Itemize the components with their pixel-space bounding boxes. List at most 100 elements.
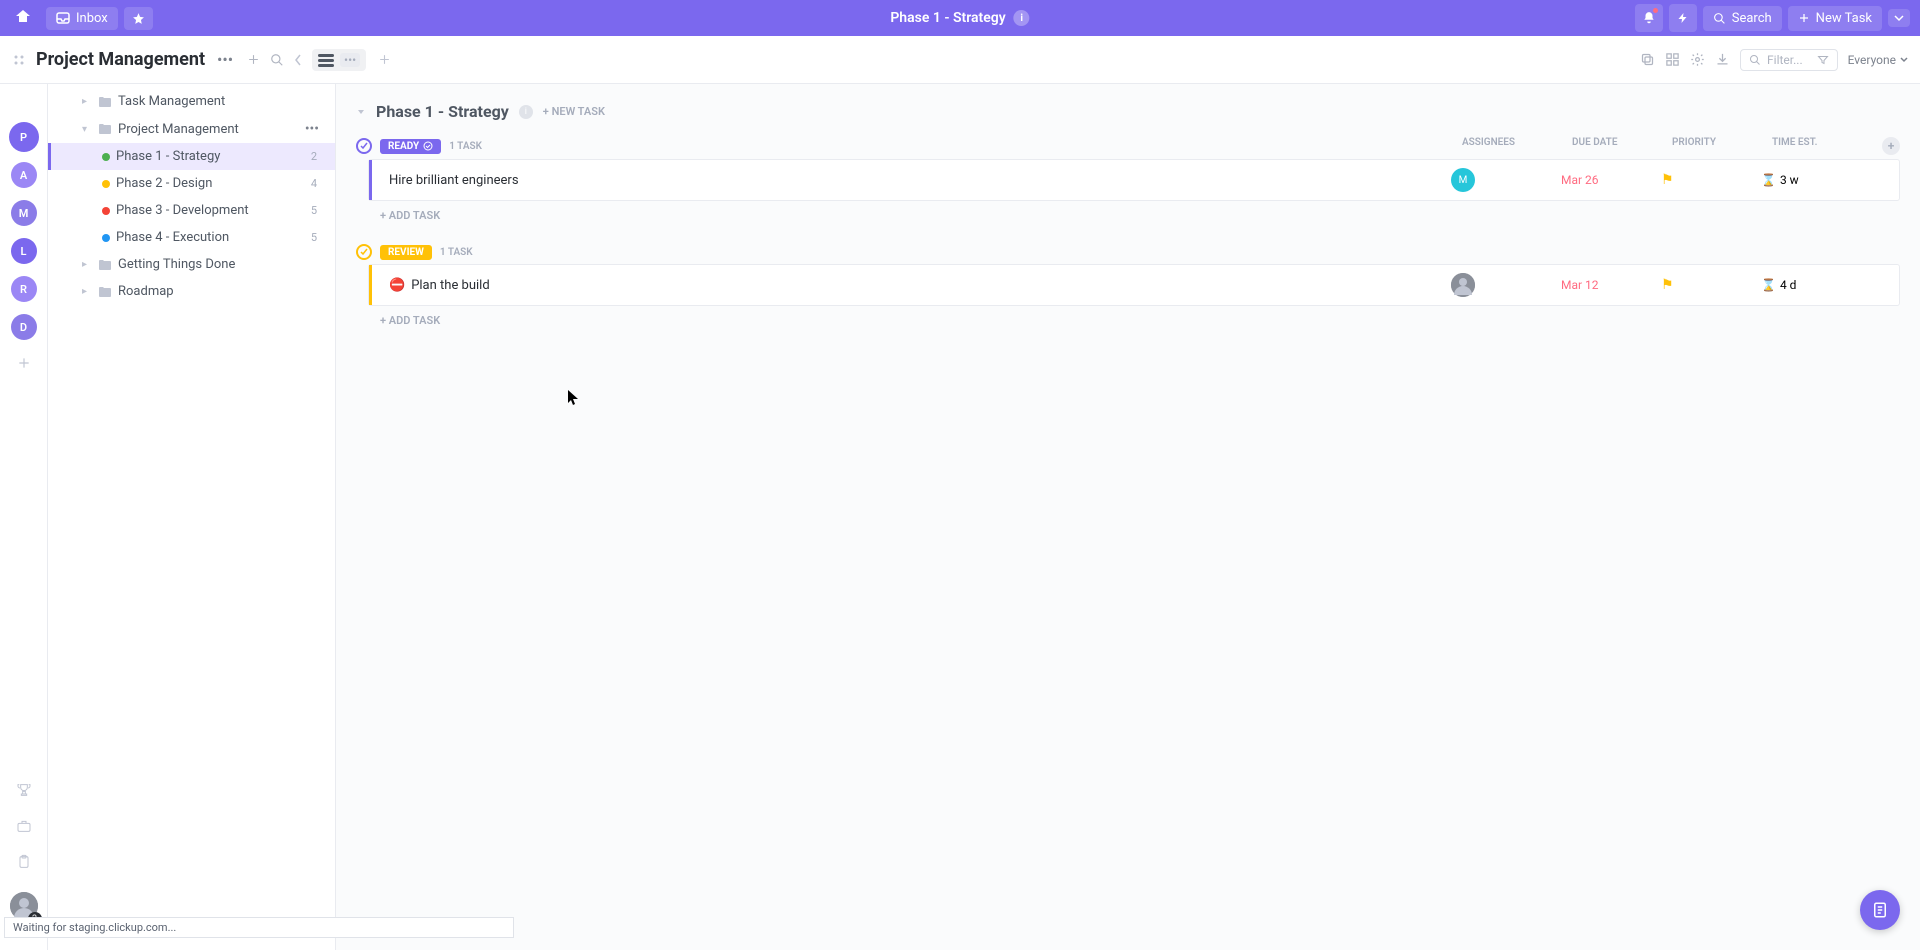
app-logo-icon[interactable]: [10, 5, 36, 31]
chevron-icon: ▸: [82, 96, 92, 107]
filter-icon: [1817, 54, 1829, 66]
notepad-icon: [1871, 901, 1889, 919]
task-row[interactable]: ⛔Plan the buildMar 12⚑⌛4 d: [368, 264, 1900, 306]
task-title: Hire brilliant engineers: [389, 173, 1451, 188]
sidebar-item[interactable]: Phase 4 - Execution5: [48, 224, 335, 251]
status-section: READY 1 TASKASSIGNEESDUE DATEPRIORITYTIM…: [356, 133, 1900, 230]
assignee-avatar[interactable]: [1451, 273, 1475, 297]
filter-input[interactable]: Filter...: [1740, 49, 1838, 71]
top-bar: Inbox Phase 1 - Strategy i Search: [0, 0, 1920, 36]
briefcase-icon[interactable]: [16, 818, 32, 834]
left-rail: PAMLRD 2: [0, 84, 48, 950]
space-avatar[interactable]: R: [11, 276, 37, 302]
sidebar-item-label: Phase 3 - Development: [116, 203, 249, 218]
everyone-label: Everyone: [1848, 53, 1896, 67]
export-button[interactable]: [1715, 52, 1730, 67]
tray-icon: [56, 12, 70, 24]
sidebar-item[interactable]: ▸ Getting Things Done: [48, 251, 335, 278]
add-task-button[interactable]: + ADD TASK: [356, 306, 1900, 335]
sidebar-item-label: Getting Things Done: [118, 257, 235, 272]
main-layout: PAMLRD 2 ▸Task Management▾Project Manage…: [0, 84, 1920, 950]
new-task-label: New Task: [1816, 11, 1872, 26]
sidebar: ▸Task Management▾Project Management•••Ph…: [48, 84, 336, 950]
status-badge[interactable]: REVIEW: [380, 245, 432, 260]
add-space-rail-button[interactable]: [17, 356, 31, 370]
clipboard-icon[interactable]: [16, 854, 32, 870]
group-toggle[interactable]: [356, 107, 366, 117]
sidebar-item[interactable]: Phase 3 - Development5: [48, 197, 335, 224]
search-space-button[interactable]: [270, 53, 284, 67]
hourglass-icon: ⌛: [1761, 173, 1776, 187]
page-title-text: Phase 1 - Strategy: [890, 10, 1005, 26]
everyone-dropdown[interactable]: Everyone: [1848, 53, 1908, 67]
search-button[interactable]: Search: [1703, 6, 1782, 31]
status-toggle[interactable]: [356, 244, 372, 260]
subheader-right: Filter... Everyone: [1640, 49, 1908, 71]
space-avatar[interactable]: L: [11, 238, 37, 264]
chevron-down-icon: [1894, 14, 1904, 22]
filter-placeholder: Filter...: [1767, 53, 1803, 67]
settings-button[interactable]: [1690, 52, 1705, 67]
list-view-tab[interactable]: •••: [312, 49, 366, 71]
chevron-left-icon: [294, 54, 302, 66]
notifications-button[interactable]: [1635, 4, 1663, 32]
grip-icon[interactable]: [12, 53, 26, 67]
status-header: REVIEW 1 TASK: [356, 240, 1900, 264]
task-row[interactable]: Hire brilliant engineersM Mar 26⚑⌛3 w: [368, 159, 1900, 201]
ellipsis-icon: •••: [340, 53, 360, 67]
task-time-est[interactable]: ⌛3 w: [1761, 173, 1861, 187]
info-icon[interactable]: i: [1014, 10, 1030, 26]
new-task-button[interactable]: New Task: [1788, 6, 1882, 31]
space-avatar[interactable]: M: [11, 200, 37, 226]
add-column-button[interactable]: +: [1882, 137, 1900, 155]
task-priority[interactable]: ⚑: [1661, 277, 1761, 293]
task-priority[interactable]: ⚑: [1661, 172, 1761, 188]
star-icon: [132, 12, 145, 25]
item-count: 5: [311, 231, 325, 244]
hourglass-icon: ⌛: [1761, 278, 1776, 292]
collapse-views-button[interactable]: [294, 54, 302, 66]
new-task-dropdown[interactable]: [1888, 9, 1910, 27]
space-title[interactable]: Project Management: [36, 49, 205, 70]
automation-button[interactable]: [1669, 4, 1697, 32]
task-due-date[interactable]: Mar 26: [1561, 173, 1661, 187]
user-avatar[interactable]: 2: [10, 892, 38, 920]
copy-button[interactable]: [1640, 52, 1655, 67]
trophy-icon[interactable]: [16, 782, 32, 798]
status-badge[interactable]: READY: [380, 139, 441, 154]
plus-icon: [1798, 12, 1810, 24]
favorites-button[interactable]: [124, 7, 153, 30]
status-toggle[interactable]: [356, 138, 372, 154]
chevron-icon: ▸: [82, 259, 92, 270]
item-menu-button[interactable]: •••: [305, 121, 325, 137]
sidebar-item[interactable]: ▸ Roadmap: [48, 278, 335, 305]
space-avatar[interactable]: P: [11, 124, 37, 150]
chevron-icon: ▸: [82, 286, 92, 297]
assignee-avatar[interactable]: M: [1451, 168, 1475, 192]
info-icon[interactable]: i: [519, 105, 533, 119]
sidebar-item[interactable]: ▸Task Management: [48, 88, 335, 115]
expand-button[interactable]: [1665, 52, 1680, 67]
search-icon: [1749, 54, 1761, 66]
sidebar-item[interactable]: ▾Project Management•••: [48, 115, 335, 143]
sidebar-item-label: Phase 1 - Strategy: [116, 149, 220, 164]
sidebar-item-label: Roadmap: [118, 284, 174, 299]
inbox-label: Inbox: [76, 11, 108, 26]
space-menu-button[interactable]: •••: [213, 50, 237, 69]
task-time-est[interactable]: ⌛4 d: [1761, 278, 1861, 292]
sidebar-item[interactable]: Phase 1 - Strategy2: [48, 143, 335, 170]
sidebar-item[interactable]: Phase 2 - Design4: [48, 170, 335, 197]
bolt-icon: [1677, 11, 1689, 25]
space-avatar[interactable]: A: [11, 162, 37, 188]
task-due-date[interactable]: Mar 12: [1561, 278, 1661, 292]
inbox-button[interactable]: Inbox: [46, 7, 118, 30]
new-task-link[interactable]: + NEW TASK: [543, 105, 605, 118]
add-space-button[interactable]: [247, 53, 260, 66]
search-icon: [1713, 12, 1726, 25]
space-avatar[interactable]: D: [11, 314, 37, 340]
notepad-fab[interactable]: [1860, 890, 1900, 930]
task-count: 1 TASK: [440, 247, 473, 258]
add-task-button[interactable]: + ADD TASK: [356, 201, 1900, 230]
task-assignee-cell: M: [1451, 168, 1561, 192]
add-view-button[interactable]: [378, 53, 391, 66]
